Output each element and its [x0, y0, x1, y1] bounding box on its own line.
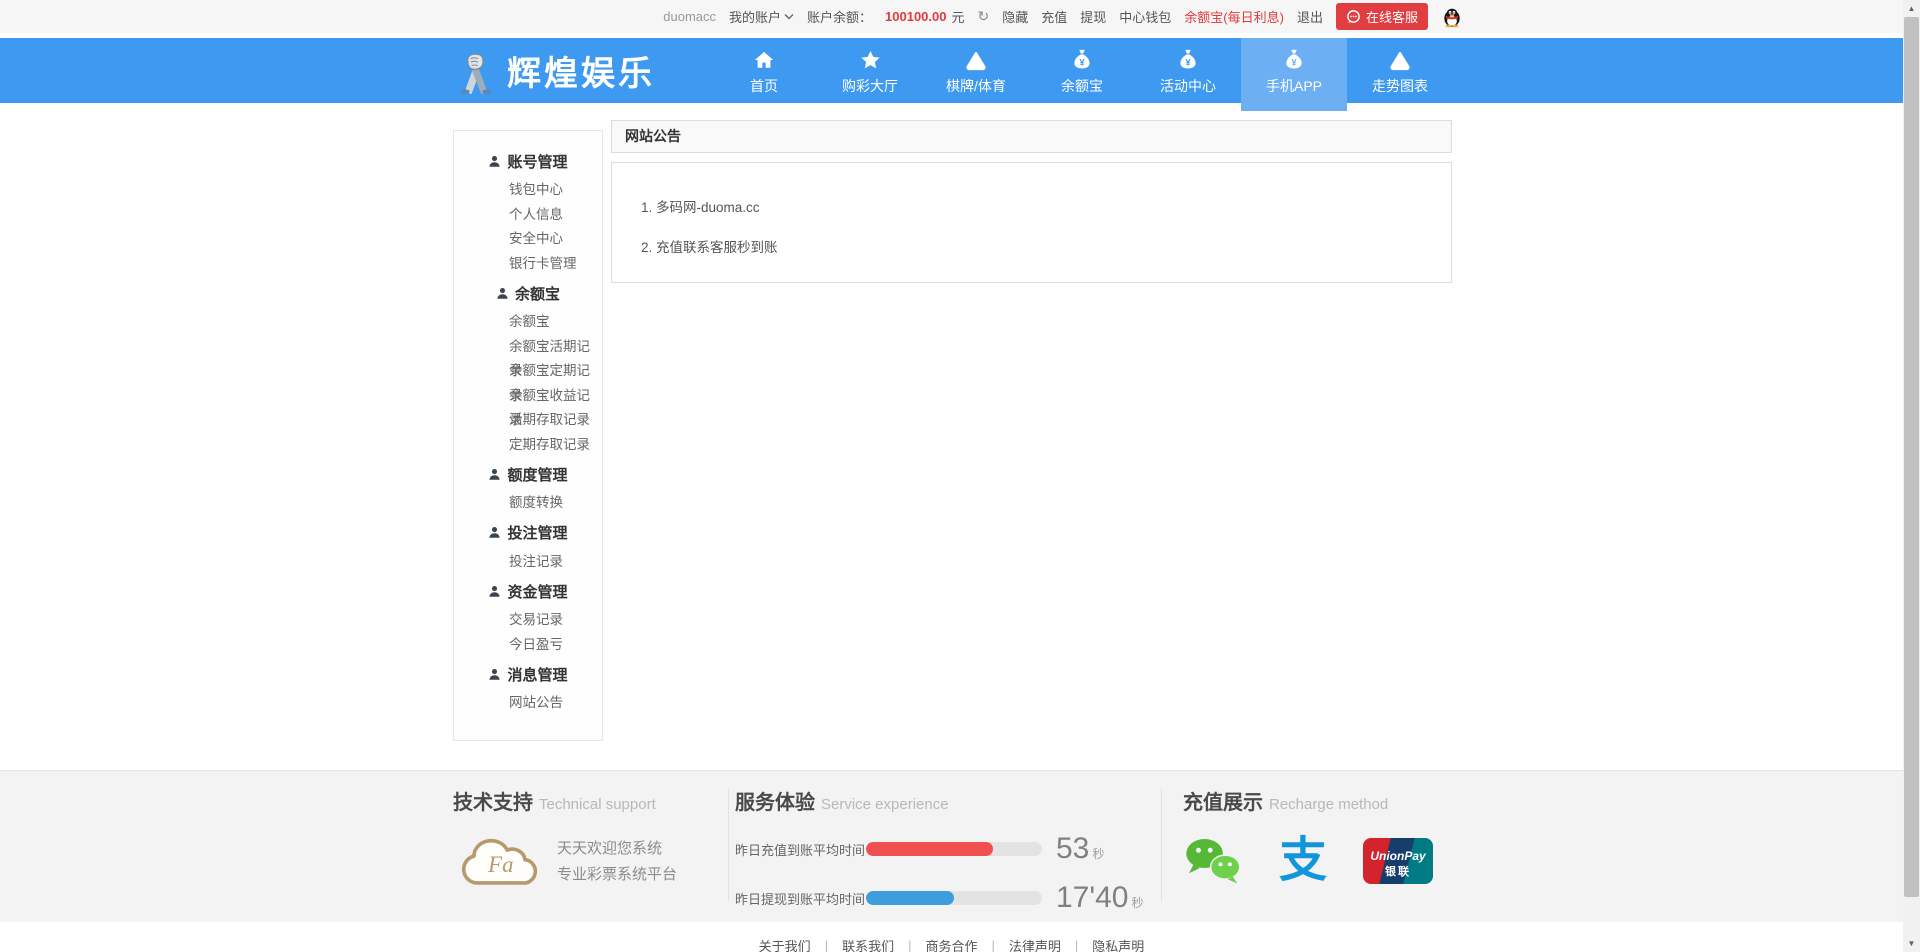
- sidebar-item-yuebao-income-record[interactable]: 余额宝收益记录: [454, 384, 602, 409]
- sidebar-item-bet-record[interactable]: 投注记录: [454, 550, 602, 575]
- my-account-menu[interactable]: 我的账户: [729, 7, 794, 26]
- user-icon: [488, 585, 501, 598]
- service-experience-title: 服务体验: [735, 792, 815, 814]
- nav-item-activity-center[interactable]: ¥ 活动中心: [1135, 38, 1241, 103]
- user-icon: [496, 287, 509, 300]
- footer-tech-support: 技术支持Technical support Fa 天天欢迎您系统 专业彩票系统平…: [453, 786, 723, 893]
- triangle-icon: [965, 47, 987, 73]
- sidebar-item-quota-convert[interactable]: 额度转换: [454, 491, 602, 516]
- sidebar-item-yuebao-current-record[interactable]: 余额宝活期记录: [454, 335, 602, 360]
- sidebar-item-personal-info[interactable]: 个人信息: [454, 203, 602, 228]
- sidebar-item-fixed-deposit-record[interactable]: 定期存取记录: [454, 433, 602, 458]
- scroll-down-arrow-icon[interactable]: ▼: [1903, 935, 1920, 952]
- home-icon: [753, 47, 775, 73]
- sidebar-item-today-profit-loss[interactable]: 今日盈亏: [454, 633, 602, 658]
- vertical-scrollbar[interactable]: ▲ ▼: [1903, 0, 1920, 952]
- moneybag-icon: ¥: [1283, 47, 1305, 73]
- qq-icon[interactable]: [1441, 6, 1463, 28]
- sidebar-section-bet-mgmt[interactable]: 投注管理: [454, 516, 602, 550]
- sidebar-item-wallet-center[interactable]: 钱包中心: [454, 178, 602, 203]
- page: duomacc 我的账户 账户余额： 100100.00 元 ↻ 隐藏 充值 提…: [0, 0, 1920, 952]
- link-legal-statement[interactable]: 法律声明: [1009, 936, 1061, 952]
- sidebar: 账号管理 钱包中心 个人信息 安全中心 银行卡管理 余额宝 余额宝 余额宝活期记…: [453, 130, 603, 741]
- username: duomacc: [663, 9, 716, 24]
- sidebar-item-transaction-record[interactable]: 交易记录: [454, 608, 602, 633]
- footer-divider: [1161, 789, 1162, 901]
- wechat-pay-icon[interactable]: [1183, 835, 1243, 887]
- brand-logo[interactable]: 辉煌娱乐: [453, 46, 655, 95]
- sidebar-item-yuebao-fixed-record[interactable]: 余额宝定期记录: [454, 359, 602, 384]
- sidebar-section-account-mgmt[interactable]: 账号管理: [454, 144, 602, 178]
- withdraw-time-progressbar: [866, 891, 1042, 905]
- handshake-logo-icon: [453, 48, 499, 94]
- cloud-logo-icon: Fa: [453, 831, 545, 893]
- footer: 技术支持Technical support Fa 天天欢迎您系统 专业彩票系统平…: [0, 770, 1903, 922]
- alipay-icon[interactable]: 支: [1279, 837, 1327, 885]
- tech-support-title: 技术支持: [453, 792, 533, 814]
- sidebar-item-security-center[interactable]: 安全中心: [454, 227, 602, 252]
- panel-title: 网站公告: [611, 120, 1452, 153]
- balance-unit: 元: [951, 7, 964, 26]
- withdraw-link[interactable]: 提现: [1080, 7, 1106, 26]
- main-navbar: 辉煌娱乐 首页 购彩大厅: [0, 38, 1903, 103]
- logout-link[interactable]: 退出: [1297, 7, 1323, 26]
- sidebar-item-current-deposit-record[interactable]: 活期存取记录: [454, 408, 602, 433]
- footer-recharge-methods: 充值展示Recharge method 支: [1183, 786, 1451, 887]
- announcement-item[interactable]: 1. 多码网-duoma.cc: [641, 196, 1451, 216]
- sidebar-section-quota-mgmt[interactable]: 额度管理: [454, 457, 602, 491]
- link-business-cooperation[interactable]: 商务合作: [925, 936, 977, 952]
- hide-balance-link[interactable]: 隐藏: [1002, 7, 1028, 26]
- nav-menu: 首页 购彩大厅 棋牌/体育 ¥: [711, 38, 1453, 103]
- customer-service-icon: [1346, 9, 1361, 24]
- nav-item-trend-charts[interactable]: 走势图表: [1347, 38, 1453, 103]
- sidebar-section-message-mgmt[interactable]: 消息管理: [454, 657, 602, 691]
- chevron-down-icon: [784, 13, 794, 20]
- unionpay-icon[interactable]: UnionPay 银联: [1363, 838, 1433, 884]
- moneybag-icon: ¥: [1071, 47, 1093, 73]
- nav-item-games-sports[interactable]: 棋牌/体育: [923, 38, 1029, 103]
- service-row-recharge-time: 昨日充值到账平均时间 53 秒: [735, 834, 1145, 864]
- balance-value: 100100.00: [885, 9, 946, 24]
- nav-item-yuebao[interactable]: ¥ 余额宝: [1029, 38, 1135, 103]
- sidebar-item-yuebao[interactable]: 余额宝: [454, 310, 602, 335]
- user-icon: [488, 668, 501, 681]
- svg-text:Fa: Fa: [487, 852, 513, 877]
- nav-item-mobile-app[interactable]: ¥ 手机APP: [1241, 38, 1347, 103]
- announcement-item[interactable]: 2. 充值联系客服秒到账: [641, 236, 1451, 256]
- nav-item-lottery-hall[interactable]: 购彩大厅: [817, 38, 923, 103]
- footer-divider: [728, 789, 729, 901]
- recharge-time-progressbar: [866, 842, 1042, 856]
- tech-support-line1: 天天欢迎您系统: [557, 836, 677, 862]
- link-contact-us[interactable]: 联系我们: [842, 936, 894, 952]
- yuebao-interest-link[interactable]: 余额宝(每日利息): [1184, 7, 1284, 26]
- user-icon: [488, 468, 501, 481]
- brand-name: 辉煌娱乐: [507, 46, 655, 95]
- sidebar-section-yuebao[interactable]: 余额宝: [454, 276, 602, 310]
- footer-service-experience: 服务体验Service experience 昨日充值到账平均时间 53 秒 昨…: [735, 786, 1145, 913]
- center-wallet-link[interactable]: 中心钱包: [1119, 7, 1171, 26]
- nav-item-home[interactable]: 首页: [711, 38, 817, 103]
- refresh-balance-icon[interactable]: ↻: [978, 8, 990, 25]
- balance-label: 账户余额：: [807, 7, 872, 26]
- user-icon: [488, 155, 501, 168]
- bottom-bar: 关于我们| 联系我们| 商务合作| 法律声明| 隐私声明: [0, 922, 1903, 952]
- user-icon: [488, 526, 501, 539]
- sidebar-section-funds-mgmt[interactable]: 资金管理: [454, 574, 602, 608]
- announcement-panel: 1. 多码网-duoma.cc 2. 充值联系客服秒到账: [611, 162, 1452, 283]
- sidebar-item-site-announcement[interactable]: 网站公告: [454, 691, 602, 716]
- recharge-methods-title: 充值展示: [1183, 792, 1263, 814]
- link-privacy-statement[interactable]: 隐私声明: [1092, 936, 1144, 952]
- star-icon: [859, 47, 882, 73]
- account-topbar: duomacc 我的账户 账户余额： 100100.00 元 ↻ 隐藏 充值 提…: [0, 0, 1903, 33]
- scroll-up-arrow-icon[interactable]: ▲: [1903, 0, 1920, 17]
- scrollbar-thumb[interactable]: [1904, 17, 1919, 897]
- sidebar-item-bank-card[interactable]: 银行卡管理: [454, 252, 602, 277]
- tech-support-line2: 专业彩票系统平台: [557, 862, 677, 888]
- link-about-us[interactable]: 关于我们: [759, 936, 811, 952]
- moneybag-icon: ¥: [1177, 47, 1199, 73]
- service-row-withdraw-time: 昨日提现到账平均时间 17'40 秒: [735, 883, 1145, 913]
- online-service-button[interactable]: 在线客服: [1336, 3, 1428, 30]
- recharge-link[interactable]: 充值: [1041, 7, 1067, 26]
- triangle-icon: [1389, 47, 1411, 73]
